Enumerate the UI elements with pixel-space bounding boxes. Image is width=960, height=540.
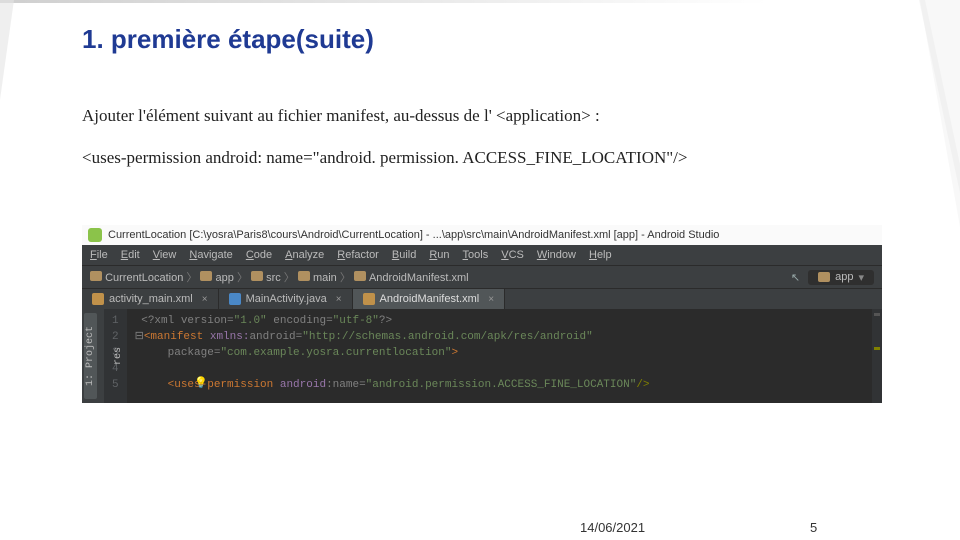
crumb-0[interactable]: CurrentLocation: [105, 272, 183, 284]
android-studio-screenshot: CurrentLocation [C:\yosra\Paris8\cours\A…: [82, 225, 882, 403]
menu-help[interactable]: Help: [589, 249, 612, 261]
menu-analyze[interactable]: Analyze: [285, 249, 324, 261]
run-config-selector[interactable]: app ▾: [808, 270, 874, 285]
run-config-label: app: [835, 271, 853, 283]
app-icon: [88, 228, 102, 242]
file-icon: [92, 293, 104, 305]
tab-activity_main-xml[interactable]: activity_main.xml×: [82, 289, 219, 309]
menu-navigate[interactable]: Navigate: [189, 249, 232, 261]
project-icon: [90, 271, 102, 281]
lightbulb-icon[interactable]: 💡: [194, 376, 208, 392]
code-snippet: <uses-permission android: name="android.…: [82, 148, 900, 168]
project-tool-tab[interactable]: 1: Project: [84, 313, 97, 399]
slide-date: 14/06/2021: [580, 520, 645, 535]
menu-vcs[interactable]: VCS: [501, 249, 524, 261]
chevron-down-icon: ▾: [858, 271, 864, 284]
menu-bar[interactable]: File Edit View Navigate Code Analyze Refactor B…: [82, 245, 882, 265]
crumb-4[interactable]: AndroidManifest.xml: [369, 272, 469, 284]
close-icon[interactable]: ×: [336, 294, 342, 305]
folder-icon: [298, 271, 310, 281]
instruction-text: Ajouter l'élément suivant au fichier man…: [82, 106, 900, 126]
crumb-2[interactable]: src: [266, 272, 281, 284]
file-icon: [229, 293, 241, 305]
menu-edit[interactable]: Edit: [121, 249, 140, 261]
crumb-separator: 〉: [281, 272, 298, 284]
tab-mainactivity-java[interactable]: MainActivity.java×: [219, 289, 353, 309]
close-icon[interactable]: ×: [488, 294, 494, 305]
menu-code[interactable]: Code: [246, 249, 272, 261]
res-tool-tab[interactable]: res: [113, 313, 124, 399]
breadcrumb-bar[interactable]: CurrentLocation 〉 app 〉 src 〉 main 〉 And…: [82, 265, 882, 288]
menu-view[interactable]: View: [153, 249, 177, 261]
crumb-3[interactable]: main: [313, 272, 337, 284]
window-titlebar: CurrentLocation [C:\yosra\Paris8\cours\A…: [82, 225, 882, 245]
folder-icon: [354, 271, 366, 281]
nav-back-icon[interactable]: ↖: [791, 271, 800, 284]
menu-run[interactable]: Run: [429, 249, 449, 261]
error-stripe[interactable]: [872, 309, 882, 403]
crumb-separator: 〉: [183, 272, 200, 284]
menu-build[interactable]: Build: [392, 249, 416, 261]
module-icon: [818, 272, 830, 282]
menu-file[interactable]: File: [90, 249, 108, 261]
slide-title: 1. première étape(suite): [82, 24, 374, 55]
crumb-separator: 〉: [337, 272, 354, 284]
folder-icon: [251, 271, 263, 281]
tab-androidmanifest-xml[interactable]: AndroidManifest.xml×: [353, 289, 506, 309]
folder-icon: [200, 271, 212, 281]
code-editor[interactable]: <?xml version="1.0" encoding="utf-8"?> ⊟…: [127, 309, 882, 403]
tool-window-bar[interactable]: 1: Project res: [82, 309, 104, 403]
crumb-1[interactable]: app: [216, 272, 234, 284]
file-icon: [363, 293, 375, 305]
editor-tabs[interactable]: activity_main.xml×MainActivity.java×Andr…: [82, 288, 882, 309]
crumb-separator: 〉: [234, 272, 251, 284]
window-title-text: CurrentLocation [C:\yosra\Paris8\cours\A…: [108, 229, 719, 241]
menu-window[interactable]: Window: [537, 249, 576, 261]
menu-tools[interactable]: Tools: [463, 249, 489, 261]
close-icon[interactable]: ×: [202, 294, 208, 305]
slide-number: 5: [810, 520, 817, 535]
menu-refactor[interactable]: Refactor: [337, 249, 379, 261]
